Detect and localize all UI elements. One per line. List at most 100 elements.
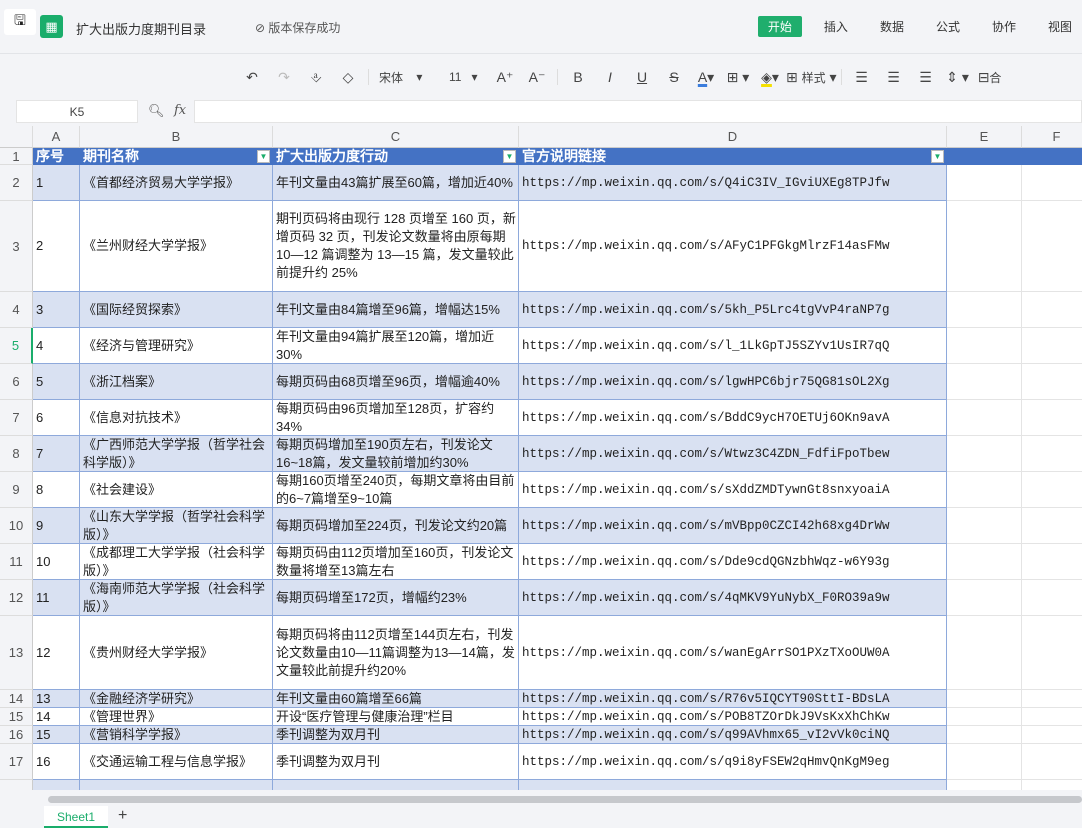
empty-cell[interactable]: [1022, 472, 1082, 508]
empty-cell[interactable]: [1022, 780, 1082, 790]
cell-journal-name[interactable]: 《金融经济学研究》: [80, 690, 273, 708]
strikethrough-icon[interactable]: S: [658, 64, 690, 90]
cell-action[interactable]: 每期页码由68页增至96页，增幅逾40%: [273, 364, 519, 400]
cell-index[interactable]: 10: [33, 544, 80, 580]
empty-cell[interactable]: [1022, 544, 1082, 580]
merge-button[interactable]: ⊟ 合: [974, 64, 1006, 90]
save-icon[interactable]: 🖫: [4, 9, 36, 35]
zoom-search-icon[interactable]: 🔍︎: [148, 103, 165, 119]
cell-link[interactable]: https://mp.weixin.qq.com/s/mVBpp0CZCI42h…: [519, 508, 947, 544]
empty-cell[interactable]: [947, 400, 1022, 436]
add-sheet-icon[interactable]: +: [118, 806, 127, 826]
empty-cell[interactable]: [1022, 726, 1082, 744]
column-header-D[interactable]: D: [519, 126, 947, 148]
empty-cell[interactable]: [947, 364, 1022, 400]
format-painter-icon[interactable]: ⎀: [300, 64, 332, 90]
spreadsheet-grid[interactable]: A B C D E F 1 序号 期刊名称 ▼ 扩大出版力度行动 ▼ 官方说明链接 ▼ 2 1 《首都经济贸易大…: [0, 126, 1082, 790]
font-size-select[interactable]: 11 ▾: [443, 64, 489, 90]
empty-cell[interactable]: [1022, 201, 1082, 292]
border-icon[interactable]: ⊞ ▾: [722, 64, 754, 90]
underline-icon[interactable]: U: [626, 64, 658, 90]
empty-cell[interactable]: [947, 328, 1022, 364]
formula-input[interactable]: [194, 100, 1082, 123]
cell-link[interactable]: https://mp.weixin.qq.com/s/Q4iC3IV_IGviU…: [519, 165, 947, 201]
cell-link[interactable]: https://mp.weixin.qq.com/s/4qMKV9YuNybX_…: [519, 580, 947, 616]
fx-icon[interactable]: fx: [174, 103, 186, 118]
cell-journal-name[interactable]: 《贵州财经大学学报》: [80, 616, 273, 690]
empty-cell[interactable]: [947, 780, 1022, 790]
menu-data[interactable]: 数据: [870, 16, 914, 37]
cell-action[interactable]: 季刊调整为双月刊: [273, 726, 519, 744]
cell-action[interactable]: 每期页码由112页增加至160页，刊发论文数量将增至13篇左右: [273, 544, 519, 580]
horizontal-scrollbar[interactable]: [0, 790, 1082, 806]
header-cell[interactable]: 扩大出版力度行动 ▼: [273, 148, 519, 165]
menu-insert[interactable]: 插入: [814, 16, 858, 37]
cell-index[interactable]: 5: [33, 364, 80, 400]
row-number[interactable]: 1: [0, 148, 33, 165]
italic-icon[interactable]: I: [594, 64, 626, 90]
cell-link[interactable]: https://mp.weixin.qq.com/s/AFyC1PFGkgMlr…: [519, 201, 947, 292]
cell-action[interactable]: 开设“医疗管理与健康治理”栏目: [273, 708, 519, 726]
cell-action[interactable]: 每期页码由96页增加至128页，扩容约34%: [273, 400, 519, 436]
cell-journal-name[interactable]: 《兰州财经大学学报》: [80, 201, 273, 292]
empty-cell[interactable]: [1022, 616, 1082, 690]
empty-cell[interactable]: [1022, 364, 1082, 400]
font-color-icon[interactable]: A ▾: [690, 64, 722, 90]
filter-dropdown-icon[interactable]: ▼: [503, 150, 516, 163]
menu-view[interactable]: 视图: [1038, 16, 1082, 37]
empty-cell[interactable]: [947, 580, 1022, 616]
cell-index[interactable]: 12: [33, 616, 80, 690]
empty-cell[interactable]: [947, 508, 1022, 544]
row-number[interactable]: 17: [0, 744, 33, 780]
align-center-icon[interactable]: ☰: [878, 64, 910, 90]
align-left-icon[interactable]: ☰: [846, 64, 878, 90]
filter-dropdown-icon[interactable]: ▼: [931, 150, 944, 163]
cell-journal-name[interactable]: 《首都经济贸易大学学报》: [80, 165, 273, 201]
cell-action[interactable]: 季刊调整为双月刊: [273, 780, 519, 790]
cell-link[interactable]: https://mp.weixin.qq.com/s/q9i8yFSEW2qHm…: [519, 744, 947, 780]
cell-index[interactable]: 1: [33, 165, 80, 201]
header-cell[interactable]: 期刊名称 ▼: [80, 148, 273, 165]
cell-index[interactable]: 2: [33, 201, 80, 292]
menu-collaborate[interactable]: 协作: [982, 16, 1026, 37]
cell-index[interactable]: 3: [33, 292, 80, 328]
empty-cell[interactable]: [947, 165, 1022, 201]
cell-link[interactable]: https://mp.weixin.qq.com/s/POB8TZOrDkJ9V…: [519, 708, 947, 726]
row-number[interactable]: 6: [0, 364, 33, 400]
cell-index[interactable]: 16: [33, 744, 80, 780]
column-header-E[interactable]: E: [947, 126, 1022, 148]
cell-journal-name[interactable]: 《山东大学学报（哲学社会科学版）》: [80, 508, 273, 544]
select-all-corner[interactable]: [0, 126, 33, 148]
fill-color-icon[interactable]: ◈ ▾: [754, 64, 786, 90]
row-number[interactable]: 7: [0, 400, 33, 436]
cell-link[interactable]: https://mp.weixin.qq.com/s/BddC9ycH7OETU…: [519, 400, 947, 436]
empty-cell[interactable]: [1022, 148, 1082, 165]
decrease-font-icon[interactable]: A⁻: [521, 64, 553, 90]
row-number[interactable]: 4: [0, 292, 33, 328]
empty-cell[interactable]: [1022, 744, 1082, 780]
document-title[interactable]: 扩大出版力度期刊目录: [76, 19, 206, 38]
cell-action[interactable]: 年刊文量由60篇增至66篇: [273, 690, 519, 708]
empty-cell[interactable]: [1022, 580, 1082, 616]
empty-cell[interactable]: [1022, 708, 1082, 726]
align-right-icon[interactable]: ☰: [910, 64, 942, 90]
empty-cell[interactable]: [947, 726, 1022, 744]
row-number[interactable]: 18: [0, 780, 33, 790]
cell-journal-name[interactable]: 《信息对抗技术》: [80, 400, 273, 436]
row-number[interactable]: 14: [0, 690, 33, 708]
empty-cell[interactable]: [947, 690, 1022, 708]
cell-journal-name[interactable]: 《广西师范大学学报（哲学社会科学版）》: [80, 436, 273, 472]
bold-icon[interactable]: B: [562, 64, 594, 90]
row-number[interactable]: 2: [0, 165, 33, 201]
increase-font-icon[interactable]: A⁺: [489, 64, 521, 90]
empty-cell[interactable]: [947, 201, 1022, 292]
cell-journal-name[interactable]: 《管理世界》: [80, 708, 273, 726]
cell-index[interactable]: 8: [33, 472, 80, 508]
cell-action[interactable]: 年刊文量由43篇扩展至60篇，增加近40%: [273, 165, 519, 201]
cell-index[interactable]: 13: [33, 690, 80, 708]
empty-cell[interactable]: [1022, 436, 1082, 472]
row-number[interactable]: 3: [0, 201, 33, 292]
sheet-tab-sheet1[interactable]: Sheet1: [44, 806, 108, 828]
cell-journal-name[interactable]: 《成都理工大学学报（社会科学版）》: [80, 544, 273, 580]
cell-action[interactable]: 年刊文量由84篇增至96篇，增幅达15%: [273, 292, 519, 328]
